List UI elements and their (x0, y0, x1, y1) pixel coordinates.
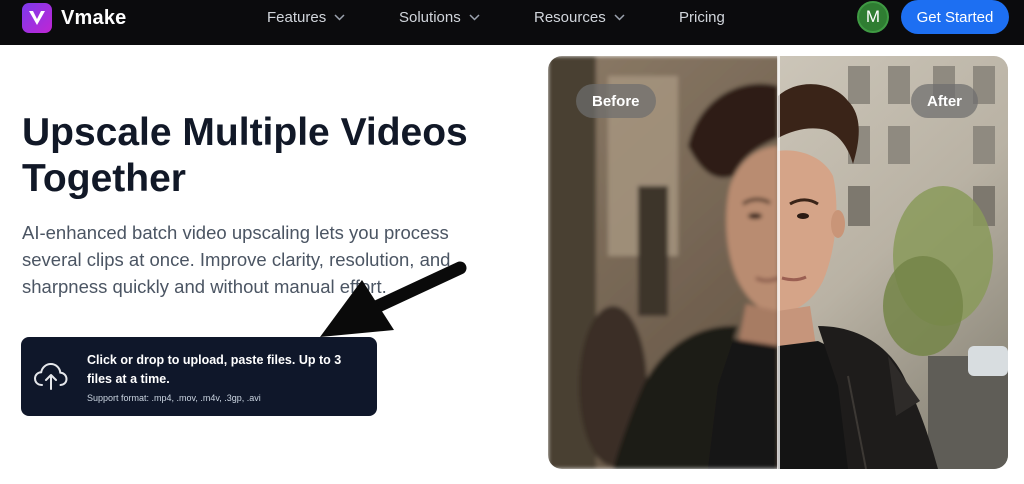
get-started-button[interactable]: Get Started (901, 0, 1009, 34)
cloud-upload-icon (33, 362, 68, 390)
top-navbar: Vmake Features Solutions Resources Prici… (0, 0, 1024, 45)
annotation-arrow-icon (320, 261, 467, 337)
brand-name: Vmake (61, 6, 127, 29)
nav-pricing-label: Pricing (679, 8, 725, 26)
nav-resources-label: Resources (534, 8, 606, 26)
before-after-comparison[interactable]: Before After (548, 56, 1008, 469)
user-avatar[interactable]: M (857, 1, 889, 33)
nav-resources[interactable]: Resources (534, 7, 625, 27)
supported-formats: Support format: .mp4, .mov, .m4v, .3gp, … (87, 393, 261, 403)
nav-features-label: Features (267, 8, 327, 26)
nav-solutions[interactable]: Solutions (399, 7, 480, 27)
chevron-down-icon (469, 13, 480, 21)
chevron-down-icon (334, 13, 345, 21)
brand-logo-link[interactable]: Vmake (22, 3, 127, 33)
nav-pricing[interactable]: Pricing (679, 7, 725, 27)
chevron-down-icon (614, 13, 625, 21)
upload-instructions: Click or drop to upload, paste files. Up… (87, 353, 342, 386)
page-title: Upscale Multiple Videos Together (22, 111, 468, 200)
comparison-slider-handle[interactable] (777, 56, 780, 469)
nav-solutions-label: Solutions (399, 8, 461, 26)
before-label: Before (576, 84, 656, 118)
after-label: After (911, 84, 979, 118)
nav-features[interactable]: Features (267, 7, 345, 27)
upload-dropzone[interactable]: Click or drop to upload, paste files. Up… (21, 337, 377, 416)
vmake-logo-icon (22, 3, 52, 33)
